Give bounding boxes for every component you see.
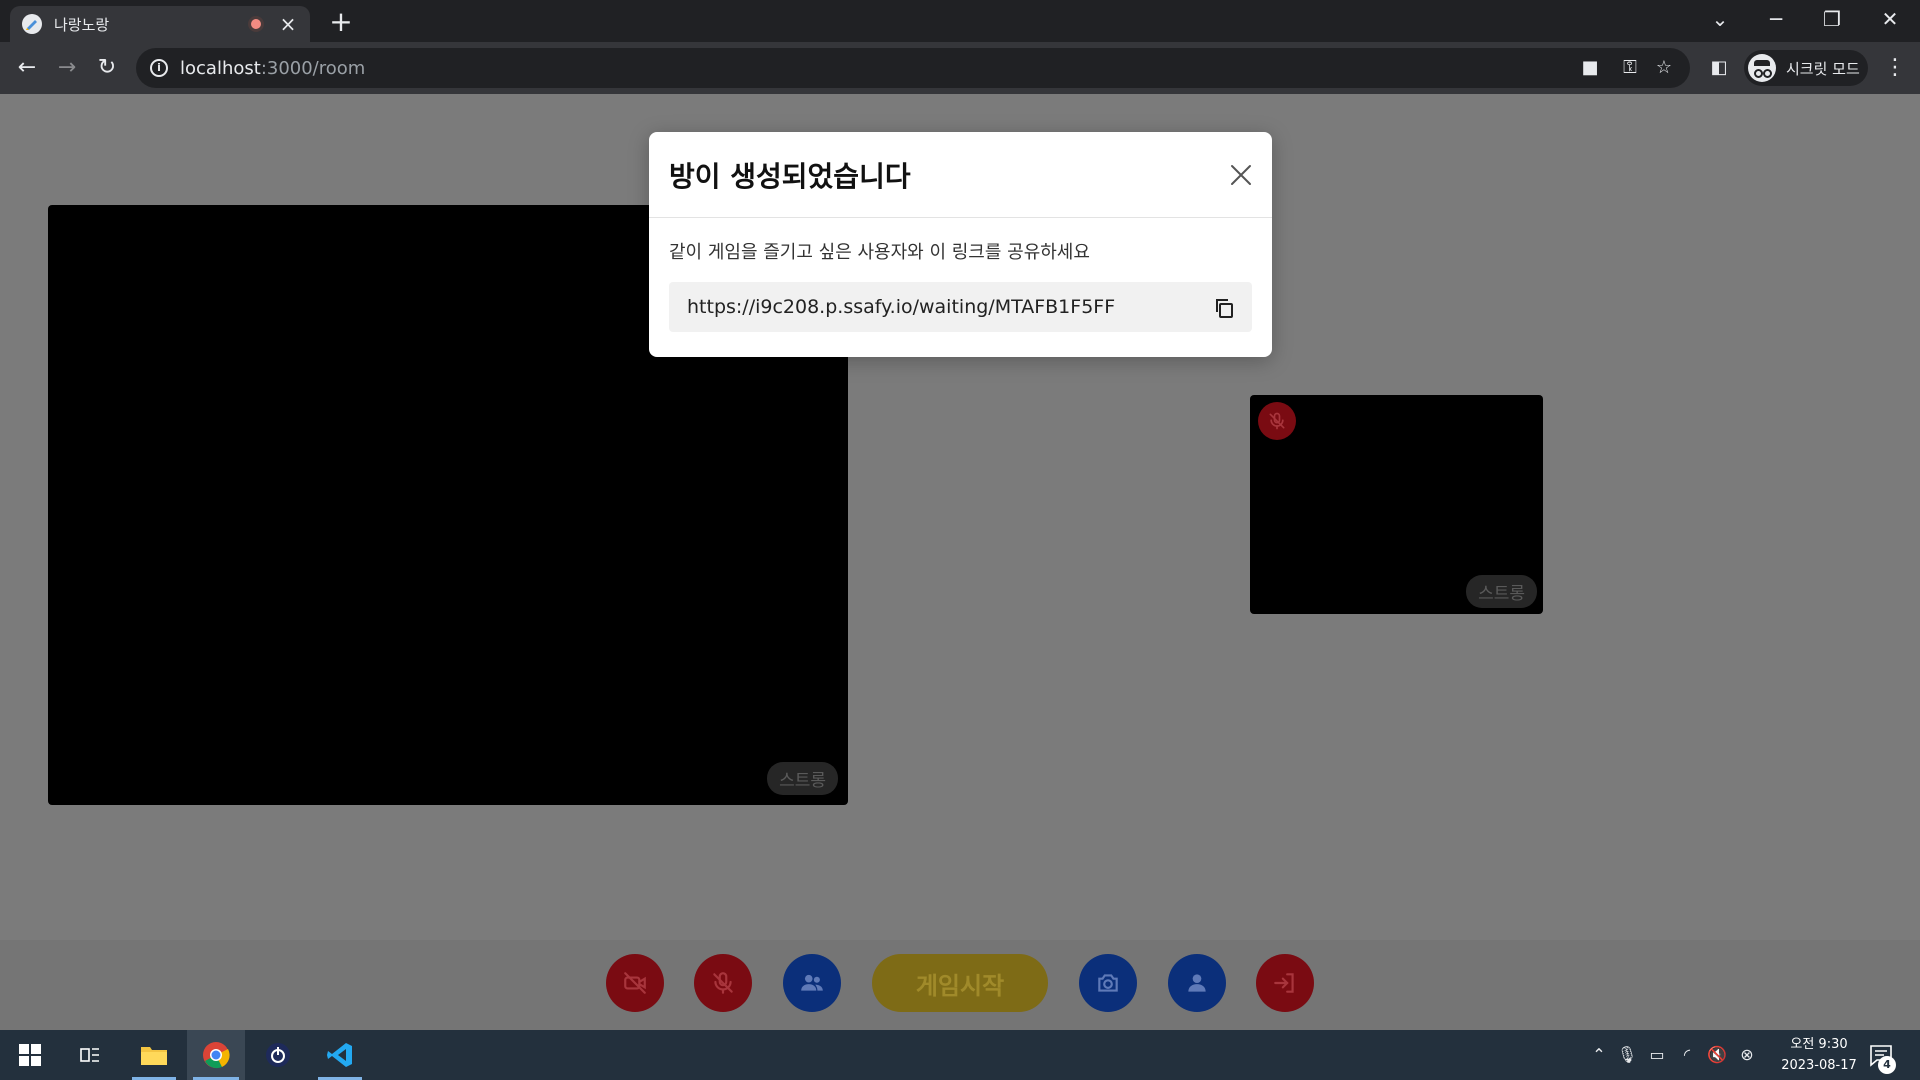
browser-toolbar: ← → ↻ i localhost:3000/room ■ ⚿ ☆ ◧ 시크릿 … [0, 42, 1920, 94]
modal-header: 방이 생성되었습니다 [649, 132, 1272, 218]
microphone-icon[interactable]: 🎙 [1616, 1045, 1638, 1065]
bookmark-star-icon[interactable]: ☆ [1652, 58, 1676, 78]
taskbar-clock[interactable]: 오전 9:30 2023-08-17 [1764, 1034, 1874, 1076]
wifi-icon[interactable]: ◜ [1676, 1045, 1698, 1065]
camera-off-icon [624, 972, 646, 994]
incognito-label: 시크릿 모드 [1786, 59, 1860, 78]
power-app-icon [266, 1043, 290, 1067]
url-host: localhost [180, 57, 261, 79]
exit-icon [1274, 973, 1294, 993]
game-start-button[interactable]: 게임시작 [872, 954, 1048, 1012]
file-explorer-taskbar-item[interactable] [126, 1030, 182, 1080]
incognito-indicator[interactable]: 시크릿 모드 [1744, 50, 1868, 86]
copy-icon[interactable] [1212, 296, 1236, 320]
camera-in-use-icon[interactable]: ■ [1578, 58, 1602, 78]
side-panel-icon[interactable]: ◧ [1704, 54, 1734, 84]
site-favicon-icon [22, 14, 42, 34]
start-button[interactable] [2, 1030, 58, 1080]
address-bar[interactable]: i localhost:3000/room ■ ⚿ ☆ [136, 48, 1690, 88]
browser-tab[interactable]: 나랑노랑 × [10, 6, 310, 42]
key-icon[interactable]: ⚿ [1618, 58, 1642, 78]
camera-icon [1098, 974, 1118, 992]
clock-time: 오전 9:30 [1790, 1037, 1848, 1052]
mic-muted-icon [1258, 402, 1296, 440]
task-view-button[interactable] [62, 1030, 118, 1080]
modal-close-button[interactable] [1226, 160, 1256, 190]
share-link-field[interactable]: https://i9c208.p.ssafy.io/waiting/MTAFB1… [669, 282, 1252, 332]
vscode-taskbar-item[interactable] [312, 1030, 368, 1080]
tab-close-button[interactable]: × [278, 14, 298, 34]
screenshot-button[interactable] [1079, 954, 1137, 1012]
folder-icon [141, 1047, 167, 1065]
volume-muted-icon[interactable]: 🔇 [1706, 1045, 1728, 1065]
browser-menu-icon[interactable]: ⋮ [1884, 54, 1906, 82]
minimize-button[interactable]: ─ [1756, 4, 1796, 34]
app-taskbar-item[interactable] [250, 1030, 306, 1080]
participant-name-tag: 스트롱 [1466, 575, 1537, 608]
chrome-taskbar-item[interactable] [187, 1030, 245, 1080]
share-link-text: https://i9c208.p.ssafy.io/waiting/MTAFB1… [687, 296, 1116, 318]
room-created-modal: 방이 생성되었습니다 같이 게임을 즐기고 싶은 사용자와 이 링크를 공유하세… [649, 132, 1272, 357]
participant-video-tile: 스트롱 [1250, 395, 1543, 614]
vscode-icon [327, 1043, 352, 1067]
notification-count-badge: 4 [1878, 1056, 1896, 1074]
tray-overflow-icon[interactable]: ⌃ [1588, 1045, 1610, 1065]
mic-off-icon [713, 972, 733, 994]
new-tab-button[interactable]: + [326, 8, 356, 36]
modal-title: 방이 생성되었습니다 [669, 159, 911, 193]
reload-button[interactable]: ↻ [92, 54, 122, 84]
chrome-icon [203, 1042, 230, 1069]
mic-toggle-button[interactable] [694, 954, 752, 1012]
windows-taskbar: ⌃ 🎙 ▭ ◜ 🔇 ⊗ 오전 9:30 2023-08-17 4 [0, 1030, 1920, 1080]
participants-button[interactable] [783, 954, 841, 1012]
leave-room-button[interactable] [1256, 954, 1314, 1012]
person-icon [1188, 974, 1206, 992]
browser-tab-bar: 나랑노랑 × + ⌄ ─ ❐ ✕ [0, 0, 1920, 42]
profile-button[interactable] [1168, 954, 1226, 1012]
group-icon [801, 974, 823, 991]
incognito-icon [1748, 54, 1776, 82]
window-close-button[interactable]: ✕ [1870, 4, 1910, 34]
battery-icon[interactable]: ▭ [1646, 1045, 1668, 1065]
windows-logo-icon [19, 1044, 41, 1066]
camera-toggle-button[interactable] [606, 954, 664, 1012]
clock-date: 2023-08-17 [1781, 1058, 1857, 1073]
tab-search-dropdown-button[interactable]: ⌄ [1700, 4, 1740, 34]
task-view-icon [80, 1048, 99, 1062]
network-error-icon[interactable]: ⊗ [1736, 1045, 1758, 1065]
modal-description: 같이 게임을 즐기고 싶은 사용자와 이 링크를 공유하세요 [669, 242, 1090, 263]
tab-title: 나랑노랑 [54, 15, 110, 34]
recording-indicator-icon [248, 16, 264, 32]
url-path: :3000/room [260, 57, 366, 79]
site-info-icon[interactable]: i [150, 59, 168, 77]
back-button[interactable]: ← [12, 54, 42, 84]
room-control-bar: 게임시작 [0, 940, 1920, 1030]
modal-body: 같이 게임을 즐기고 싶은 사용자와 이 링크를 공유하세요 https://i… [649, 218, 1272, 352]
forward-button[interactable]: → [52, 54, 82, 84]
restore-button[interactable]: ❐ [1812, 4, 1852, 34]
participant-name-tag: 스트롱 [767, 762, 838, 795]
